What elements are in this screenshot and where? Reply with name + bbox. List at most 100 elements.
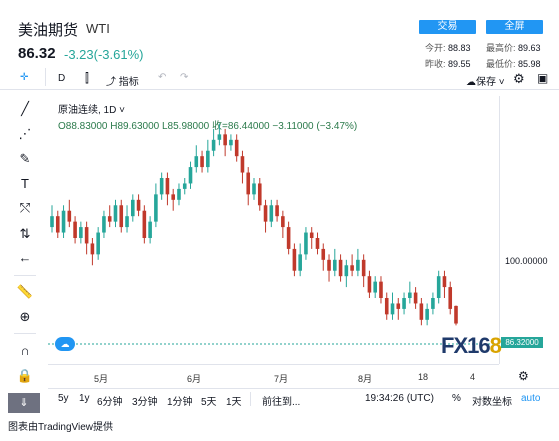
indicators-button[interactable]: ⤴ 指标 [106, 73, 139, 88]
candle [102, 210, 106, 238]
candle-body [413, 292, 418, 304]
candle [281, 210, 285, 238]
candle-body [61, 210, 66, 233]
trade-button[interactable]: 交易 [419, 20, 476, 34]
axis-settings-icon[interactable]: ⚙ [518, 369, 529, 383]
trend-line-icon[interactable]: ╱ [16, 100, 34, 118]
candle [263, 199, 268, 233]
candle-body [73, 221, 77, 238]
candle-body [67, 210, 72, 222]
candle-style-icon[interactable]: ⫿ [85, 71, 89, 86]
candle [107, 205, 112, 228]
candle-body [84, 227, 89, 244]
auto-scale-toggle[interactable]: auto [521, 393, 540, 404]
candle-body [304, 232, 308, 255]
candle [442, 270, 447, 298]
brush-icon[interactable]: ✎ [16, 150, 34, 168]
text-tool-icon[interactable]: T [16, 175, 34, 193]
price-change: -3.23(-3.61%) [64, 47, 144, 62]
range-5d[interactable]: 5天 [201, 393, 217, 408]
fib-tool-icon[interactable]: ⋰ [16, 125, 34, 143]
zoom-in-icon[interactable]: ⊕ [16, 308, 34, 326]
redo-icon[interactable]: ↷ [180, 72, 188, 83]
candle [367, 270, 372, 298]
candle [194, 145, 199, 173]
footer-credit[interactable]: 图表由TradingView提供 [8, 418, 113, 433]
undo-icon[interactable]: ↶ [158, 72, 166, 83]
candle-body [154, 194, 158, 222]
candle-body [442, 276, 447, 288]
candle-body [373, 281, 377, 293]
candlestick-chart[interactable] [48, 96, 499, 364]
instrument-title: 美油期货 [18, 22, 79, 39]
candle [384, 292, 389, 320]
candle-body [171, 194, 175, 200]
candle [373, 276, 377, 298]
x-tick: 6月 [187, 374, 202, 384]
candle-body [396, 303, 401, 309]
candle [275, 199, 279, 222]
back-arrow-icon[interactable]: ← [16, 249, 34, 267]
settings-icon[interactable]: ⚙ [513, 71, 525, 87]
candle [327, 254, 331, 282]
candle-body [356, 259, 360, 271]
candle [304, 227, 308, 260]
log-scale-toggle[interactable]: 对数坐标 [472, 393, 512, 408]
candle-body [298, 254, 302, 271]
candle-body [79, 227, 83, 238]
candle-body [436, 276, 441, 298]
interval-selector[interactable]: D [58, 73, 65, 84]
candle [309, 227, 314, 249]
candle [454, 305, 458, 326]
candle [90, 238, 95, 266]
stat-low: 最低价: 85.98 [486, 59, 541, 69]
current-price-label: 86.32000 [501, 337, 543, 348]
candle-body [379, 281, 383, 298]
candle-body [211, 139, 216, 151]
prediction-tool-icon[interactable]: ⇅ [16, 225, 34, 243]
collapse-panel-icon[interactable]: ⇓ [8, 393, 40, 413]
range-3min[interactable]: 3分钟 [132, 393, 158, 408]
candle [390, 292, 395, 320]
candle [73, 216, 77, 244]
candle [131, 194, 135, 222]
lock-drawing-icon[interactable]: 🔒 [16, 367, 34, 385]
range-1y[interactable]: 1y [79, 393, 90, 404]
crosshair-icon[interactable]: ✛ [20, 72, 28, 83]
candle-body [361, 259, 366, 277]
snapshot-icon[interactable]: ▣ [537, 71, 548, 85]
candle [177, 183, 181, 206]
candle-body [148, 221, 152, 238]
clock-readout: 19:34:26 (UTC) [365, 393, 434, 404]
fullscreen-button[interactable]: 全屏 [486, 20, 543, 34]
percent-toggle[interactable]: % [452, 393, 461, 404]
candle [431, 292, 435, 315]
candle-body [113, 205, 118, 222]
candle-body [182, 183, 187, 189]
candle-body [350, 265, 354, 271]
candle-body [206, 150, 210, 168]
goto-button[interactable]: 前往到... [262, 393, 300, 408]
range-1d[interactable]: 1天 [226, 393, 242, 408]
candle [269, 199, 274, 228]
candle [396, 298, 401, 320]
candle-body [269, 205, 274, 222]
save-button[interactable]: ☁保存 ˅ [466, 73, 505, 88]
price-axis[interactable] [499, 96, 559, 364]
cloud-icon[interactable]: ☁ [55, 337, 75, 351]
candle [211, 128, 216, 157]
ruler-icon[interactable]: 📏 [16, 283, 34, 301]
range-5y[interactable]: 5y [58, 393, 69, 404]
candle [361, 254, 366, 288]
candle-body [384, 298, 389, 315]
price-tick: 100.00000 [505, 256, 548, 266]
candle [356, 248, 360, 277]
pattern-tool-icon[interactable]: ⤲ [16, 199, 34, 217]
candle-body [419, 303, 424, 320]
candle [240, 150, 245, 184]
magnet-icon[interactable]: ∩ [16, 342, 34, 360]
candle [79, 221, 83, 244]
candle [448, 281, 453, 315]
range-1min[interactable]: 1分钟 [167, 393, 193, 408]
range-6min[interactable]: 6分钟 [97, 393, 123, 408]
